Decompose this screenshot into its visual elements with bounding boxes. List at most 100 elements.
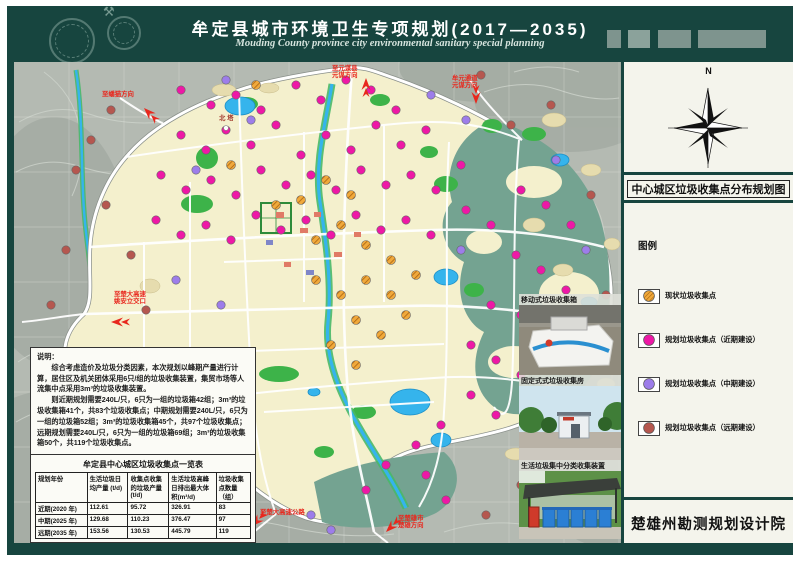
- compass-rose-icon: [660, 76, 756, 172]
- collection-point-mid: [307, 511, 315, 519]
- poi-label: 北 塔: [219, 113, 234, 122]
- collection-point-near: [492, 411, 500, 419]
- poster-subtitle: Mouding County province city environment…: [157, 38, 623, 49]
- poi-labels: 北 塔: [219, 113, 234, 122]
- collection-point-near: [327, 231, 335, 239]
- collection-point-existing: [412, 271, 421, 280]
- table-cell: 近期(2020 年): [36, 503, 88, 515]
- collection-point-near: [462, 206, 470, 214]
- table-row: 中期(2025 年)129.68110.23376.4797: [36, 515, 251, 527]
- table-row: 远期(2035 年)153.56130.53445.79119: [36, 527, 251, 539]
- collection-point-near: [457, 161, 465, 169]
- collection-point-far: [482, 511, 490, 519]
- collection-point-existing: [387, 256, 396, 265]
- north-pagoda-dot: [224, 126, 229, 131]
- collection-point-existing: [362, 276, 371, 285]
- header: ⚒ 牟定县城市环境卫生专项规划(2017—2035) Mouding Count…: [7, 6, 793, 58]
- collection-point-near: [307, 171, 315, 179]
- collection-point-near: [382, 461, 390, 469]
- table-cell: 376.47: [169, 515, 216, 527]
- collection-point-near: [492, 356, 500, 364]
- collection-point-near: [437, 421, 445, 429]
- collection-point-near: [352, 211, 360, 219]
- collection-point-far: [72, 166, 80, 174]
- collection-point-mid: [172, 276, 180, 284]
- collection-point-far: [107, 106, 115, 114]
- header-deco-block: [628, 30, 650, 48]
- collection-point-near: [297, 151, 305, 159]
- collection-point-near: [182, 186, 190, 194]
- collection-point-near: [357, 166, 365, 174]
- direction-label: 至蟠猫方向: [102, 89, 134, 98]
- legend-section: 图例 现状垃圾收集点 规划垃圾收集点（近期建设）: [624, 206, 793, 500]
- photo-caption-sorting-shelter: 生活垃圾集中分类收集装置: [519, 460, 621, 471]
- collection-point-near: [567, 221, 575, 229]
- collection-point-near: [487, 221, 495, 229]
- collection-point-existing: [377, 331, 386, 340]
- legend-item-near-term: 规划垃圾收集点（近期建设）: [638, 332, 760, 348]
- existing-point-icon: [638, 289, 660, 304]
- poster-title: 牟定县城市环境卫生专项规划(2017—2035): [157, 15, 623, 40]
- collection-point-near: [257, 166, 265, 174]
- collection-point-existing: [272, 201, 281, 210]
- table-cell: 中期(2025 年): [36, 515, 88, 527]
- summary-table-box: 牟定县中心城区垃圾收集点一览表 规划年份生活垃圾日均产量 (t/d)收集点收集的…: [30, 455, 256, 543]
- legend-item-far-term: 规划垃圾收集点（远期建设）: [638, 420, 760, 436]
- direction-label: 至楚大高速姚安立交口: [113, 289, 147, 305]
- collection-point-near: [317, 96, 325, 104]
- collection-point-near: [377, 226, 385, 234]
- collection-point-near: [177, 231, 185, 239]
- table-header-cell: 生活垃圾日均产量 (t/d): [87, 473, 128, 503]
- collection-point-near: [407, 171, 415, 179]
- collection-point-near: [392, 106, 400, 114]
- footer-band: [7, 543, 793, 555]
- collection-point-existing: [327, 341, 336, 350]
- map-panel[interactable]: 至元谋县元谋方向至蟠猫方向牟元通道元谋方向至楚大高速姚安立交口至楚大高速公路至楚…: [14, 62, 621, 543]
- collection-point-near: [432, 186, 440, 194]
- collection-point-mid: [247, 116, 255, 124]
- collection-point-near: [202, 146, 210, 154]
- collection-point-near: [412, 441, 420, 449]
- collection-point-mid: [327, 526, 335, 534]
- compass-section: N: [624, 62, 793, 175]
- collection-point-near: [152, 216, 160, 224]
- collection-point-far: [87, 136, 95, 144]
- collection-point-near: [427, 231, 435, 239]
- collection-point-far: [62, 246, 70, 254]
- collection-point-near: [207, 176, 215, 184]
- collection-point-existing: [362, 241, 371, 250]
- collection-point-existing: [297, 196, 306, 205]
- direction-label: 至元谋县元谋方向: [332, 63, 358, 79]
- collection-point-near: [397, 141, 405, 149]
- planning-poster-page: ⚒ 牟定县城市环境卫生专项规划(2017—2035) Mouding Count…: [0, 0, 800, 565]
- collection-point-near: [512, 251, 520, 259]
- collection-point-near: [347, 146, 355, 154]
- collection-point-near: [247, 141, 255, 149]
- collection-point-near: [257, 106, 265, 114]
- collection-point-near: [232, 91, 240, 99]
- collection-point-existing: [227, 161, 236, 170]
- collection-point-far: [102, 201, 110, 209]
- photo-caption-fixed-house: 固定式式垃圾收集房: [519, 375, 621, 386]
- map-title: 中心城区垃圾收集点分布规划图: [627, 180, 790, 198]
- collection-point-mid: [192, 166, 200, 174]
- table-header-cell: 规划年份: [36, 473, 88, 503]
- collection-point-mid: [222, 76, 230, 84]
- collection-points-table: 规划年份生活垃圾日均产量 (t/d)收集点收集的垃圾产量 (t/d)生活垃圾高峰…: [35, 472, 251, 539]
- collection-point-near: [207, 101, 215, 109]
- collection-point-near: [252, 211, 260, 219]
- north-label: N: [624, 66, 793, 76]
- collection-point-far: [142, 306, 150, 314]
- table-cell: 112.61: [87, 503, 128, 515]
- table-title: 牟定县中心城区垃圾收集点一览表: [35, 459, 251, 470]
- seal-logo-large: [49, 18, 95, 64]
- table-row: 近期(2020 年)112.6195.72326.9183: [36, 503, 251, 515]
- collection-point-near: [232, 191, 240, 199]
- collection-point-mid: [462, 116, 470, 124]
- header-deco-block: [658, 30, 691, 48]
- table-header-cell: 生活垃圾高峰日排出最大体积(m³/d): [169, 473, 216, 503]
- table-cell: 95.72: [128, 503, 169, 515]
- collection-point-near: [517, 186, 525, 194]
- collection-point-near: [402, 216, 410, 224]
- legend-item-existing: 现状垃圾收集点: [638, 288, 716, 304]
